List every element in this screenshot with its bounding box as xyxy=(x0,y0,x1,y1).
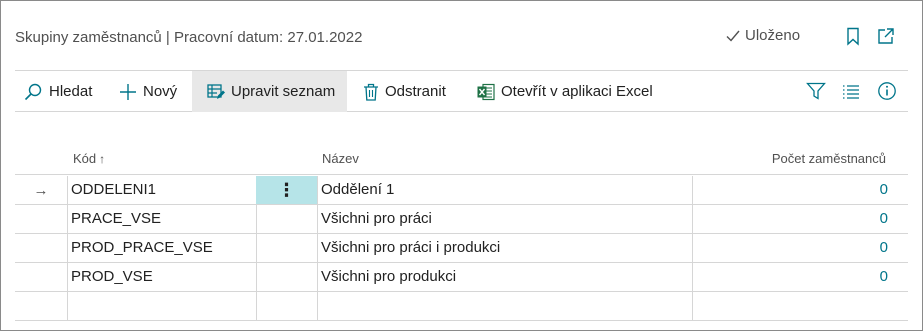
row-code[interactable]: PROD_VSE xyxy=(71,263,153,291)
page-frame: Skupiny zaměstnanců | Pracovní datum: 27… xyxy=(0,0,923,331)
delete-label: Odstranit xyxy=(385,83,446,100)
saved-status: Uloženo xyxy=(725,27,800,44)
search-label: Hledat xyxy=(49,83,93,100)
checkmark-icon xyxy=(725,28,741,44)
column-header-count[interactable]: Počet zaměstnanců xyxy=(772,151,886,166)
excel-icon xyxy=(477,83,501,101)
new-label: Nový xyxy=(143,83,178,100)
edit-list-button[interactable]: Upravit seznam xyxy=(192,71,347,112)
row-code[interactable]: ODDELENI1 xyxy=(71,176,156,204)
row-count[interactable]: 0 xyxy=(880,263,888,291)
list-view-icon[interactable] xyxy=(841,81,861,101)
search-icon xyxy=(23,82,49,102)
table-row[interactable]: PRACE_VSE Všichni pro práci 0 xyxy=(15,205,908,234)
row-code[interactable]: PROD_PRACE_VSE xyxy=(71,234,213,262)
row-name[interactable]: Všichni pro produkci xyxy=(321,263,456,291)
column-header-code[interactable]: Kód ↑ xyxy=(73,151,105,166)
current-row-arrow-icon: → xyxy=(33,181,49,199)
row-name[interactable]: Oddělení 1 xyxy=(321,176,394,204)
bookmark-icon[interactable] xyxy=(843,26,863,46)
open-new-window-icon[interactable] xyxy=(876,26,896,46)
table-header: Kód ↑ Název Počet zaměstnanců xyxy=(15,145,908,175)
trash-icon xyxy=(363,83,385,101)
delete-button[interactable]: Odstranit xyxy=(363,71,446,112)
open-excel-button[interactable]: Otevřít v aplikaci Excel xyxy=(477,71,653,112)
row-code[interactable]: PRACE_VSE xyxy=(71,205,161,233)
row-name[interactable]: Všichni pro práci xyxy=(321,205,432,233)
empty-new-row[interactable] xyxy=(15,292,908,321)
edit-list-icon xyxy=(207,83,231,101)
row-menu-button[interactable]: ⋮ xyxy=(256,176,317,204)
filter-icon[interactable] xyxy=(806,81,826,101)
saved-label: Uloženo xyxy=(745,27,801,44)
plus-icon xyxy=(119,83,143,101)
row-count[interactable]: 0 xyxy=(880,176,888,204)
new-button[interactable]: Nový xyxy=(119,71,177,112)
row-count[interactable]: 0 xyxy=(880,205,888,233)
table-row[interactable]: PROD_PRACE_VSE Všichni pro práci i produ… xyxy=(15,234,908,263)
action-bar: Hledat Nový Upravit seznam Odstranit Ote… xyxy=(15,70,908,112)
table-row[interactable]: → ODDELENI1 ⋮ Oddělení 1 0 xyxy=(15,176,908,205)
column-header-name[interactable]: Název xyxy=(322,151,359,166)
edit-list-label: Upravit seznam xyxy=(231,83,336,100)
page-title: Skupiny zaměstnanců | Pracovní datum: 27… xyxy=(15,29,363,46)
row-name[interactable]: Všichni pro práci i produkci xyxy=(321,234,500,262)
search-button[interactable]: Hledat xyxy=(23,71,92,112)
sort-ascending-icon: ↑ xyxy=(99,152,106,166)
more-options-icon: ⋮ xyxy=(277,180,296,200)
page-header: Skupiny zaměstnanců | Pracovní datum: 27… xyxy=(1,1,922,71)
table-row[interactable]: PROD_VSE Všichni pro produkci 0 xyxy=(15,263,908,292)
info-icon[interactable] xyxy=(877,81,897,101)
row-count[interactable]: 0 xyxy=(880,234,888,262)
open-excel-label: Otevřít v aplikaci Excel xyxy=(501,83,653,100)
